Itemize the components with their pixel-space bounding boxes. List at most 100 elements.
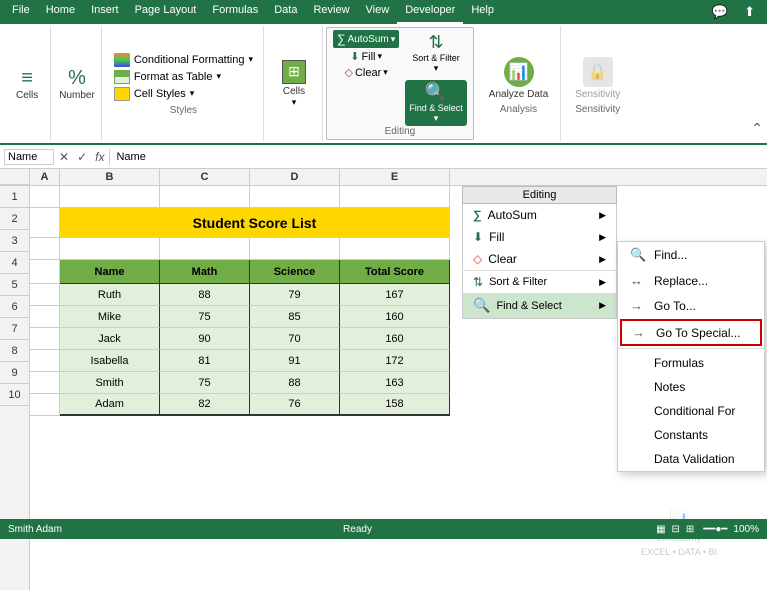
zoom-slider[interactable]: ━━●━ [703,524,727,535]
cell-name-adam[interactable]: Adam [60,394,160,416]
tab-help[interactable]: Help [463,0,502,24]
formula-confirm[interactable]: ✓ [74,150,90,164]
row-header-6[interactable]: 6 [0,296,29,318]
cell-a9[interactable] [30,372,60,394]
tab-formulas[interactable]: Formulas [204,0,266,24]
cell-a6[interactable] [30,306,60,328]
header-science[interactable]: Science [250,260,340,284]
row-header-5[interactable]: 5 [0,274,29,296]
cell-science-adam[interactable]: 76 [250,394,340,416]
clear-dropdown-item[interactable]: ◇ Clear ▶ [462,248,617,270]
menu-formulas[interactable]: Formulas [618,351,764,375]
view-pagebreak-icon[interactable]: ⊞ [686,524,694,535]
cell-c3[interactable] [160,238,250,260]
col-header-c[interactable]: C [160,169,250,185]
cell-total-mike[interactable]: 160 [340,306,450,328]
alignment-btn[interactable]: ≡ Cells [10,65,44,103]
col-header-d[interactable]: D [250,169,340,185]
cell-a8[interactable] [30,350,60,372]
header-math[interactable]: Math [160,260,250,284]
row-header-10[interactable]: 10 [0,384,29,406]
cell-a1[interactable] [30,186,60,208]
tab-developer[interactable]: Developer [397,0,463,24]
cell-science-ruth[interactable]: 79 [250,284,340,306]
cell-title[interactable]: Student Score List [60,208,450,238]
cell-science-smith[interactable]: 88 [250,372,340,394]
cell-math-mike[interactable]: 75 [160,306,250,328]
cell-name-smith[interactable]: Smith [60,372,160,394]
cell-math-adam[interactable]: 82 [160,394,250,416]
tab-view[interactable]: View [358,0,398,24]
cell-e1[interactable] [340,186,450,208]
autosum-dropdown-item[interactable]: ∑ AutoSum ▶ [462,204,617,226]
cell-total-adam[interactable]: 158 [340,394,450,416]
cell-name-isabella[interactable]: Isabella [60,350,160,372]
find-select-dropdown-item[interactable]: 🔍 Find & Select ▶ [462,293,617,319]
row-header-3[interactable]: 3 [0,230,29,252]
cell-science-jack[interactable]: 70 [250,328,340,350]
cell-math-smith[interactable]: 75 [160,372,250,394]
cell-total-ruth[interactable]: 167 [340,284,450,306]
view-normal-icon[interactable]: ▦ [656,524,665,535]
cell-c1[interactable] [160,186,250,208]
fill-btn[interactable]: ⬇ Fill ▾ [348,49,384,64]
formula-function-btn[interactable]: fx [92,150,107,164]
cell-name-jack[interactable]: Jack [60,328,160,350]
cell-math-jack[interactable]: 90 [160,328,250,350]
menu-data-validation[interactable]: Data Validation [618,447,764,471]
cell-math-isabella[interactable]: 81 [160,350,250,372]
number-btn[interactable]: % Number [59,67,95,101]
find-select-btn[interactable]: 🔍 Find & Select ▾ [405,80,467,126]
formula-cancel[interactable]: ✕ [56,150,72,164]
row-header-1[interactable]: 1 [0,186,29,208]
cell-styles-btn[interactable]: Cell Styles ▾ [112,86,255,102]
analyze-data-btn[interactable]: 📊 Analyze Data [485,53,552,104]
cell-science-isabella[interactable]: 91 [250,350,340,372]
cell-a3[interactable] [30,238,60,260]
share-icon[interactable]: ⬆ [736,0,763,24]
header-total[interactable]: Total Score [340,260,450,284]
fill-dropdown-item[interactable]: ⬇ Fill ▶ [462,226,617,248]
sensitivity-btn[interactable]: 🔒 Sensitivity [571,53,624,104]
cell-a10[interactable] [30,394,60,416]
cell-reference-box[interactable] [4,149,54,165]
sort-filter-dropdown-item[interactable]: ⇅ Sort & Filter ▶ [462,271,617,293]
ribbon-collapse-btn[interactable]: ⌃ [751,26,763,141]
menu-notes[interactable]: Notes [618,375,764,399]
cell-d3[interactable] [250,238,340,260]
menu-constants[interactable]: Constants [618,423,764,447]
cell-a4[interactable] [30,260,60,284]
cell-d1[interactable] [250,186,340,208]
menu-replace[interactable]: ↔ Replace... [618,268,764,293]
cell-e3[interactable] [340,238,450,260]
conditional-formatting-btn[interactable]: Conditional Formatting ▾ [112,52,255,68]
cell-total-smith[interactable]: 163 [340,372,450,394]
tab-review[interactable]: Review [305,0,357,24]
row-header-8[interactable]: 8 [0,340,29,362]
cell-a7[interactable] [30,328,60,350]
tab-page-layout[interactable]: Page Layout [127,0,205,24]
sort-filter-btn[interactable]: ⇅ Sort & Filter ▾ [408,30,464,76]
formula-input[interactable] [112,150,763,164]
tab-file[interactable]: File [4,0,38,24]
autosum-btn[interactable]: ∑ AutoSum ▾ [333,30,399,48]
tab-home[interactable]: Home [38,0,83,24]
comments-icon[interactable]: 💬 [704,0,736,24]
col-header-e[interactable]: E [340,169,450,185]
cell-name-mike[interactable]: Mike [60,306,160,328]
cell-science-mike[interactable]: 85 [250,306,340,328]
cell-a2[interactable] [30,208,60,238]
menu-goto-special[interactable]: → Go To Special... [620,319,762,346]
menu-goto[interactable]: → Go To... [618,293,764,318]
cells-btn[interactable]: ⊞ Cells ▾ [274,56,314,112]
cell-name-ruth[interactable]: Ruth [60,284,160,306]
cell-b3[interactable] [60,238,160,260]
cell-b1[interactable] [60,186,160,208]
clear-btn[interactable]: ◇ Clear ▾ [342,65,389,80]
row-header-9[interactable]: 9 [0,362,29,384]
view-layout-icon[interactable]: ⊟ [672,524,680,535]
format-as-table-btn[interactable]: Format as Table ▾ [112,69,255,85]
menu-find[interactable]: 🔍 Find... [618,242,764,268]
menu-conditional-for[interactable]: Conditional For [618,399,764,423]
tab-insert[interactable]: Insert [83,0,127,24]
